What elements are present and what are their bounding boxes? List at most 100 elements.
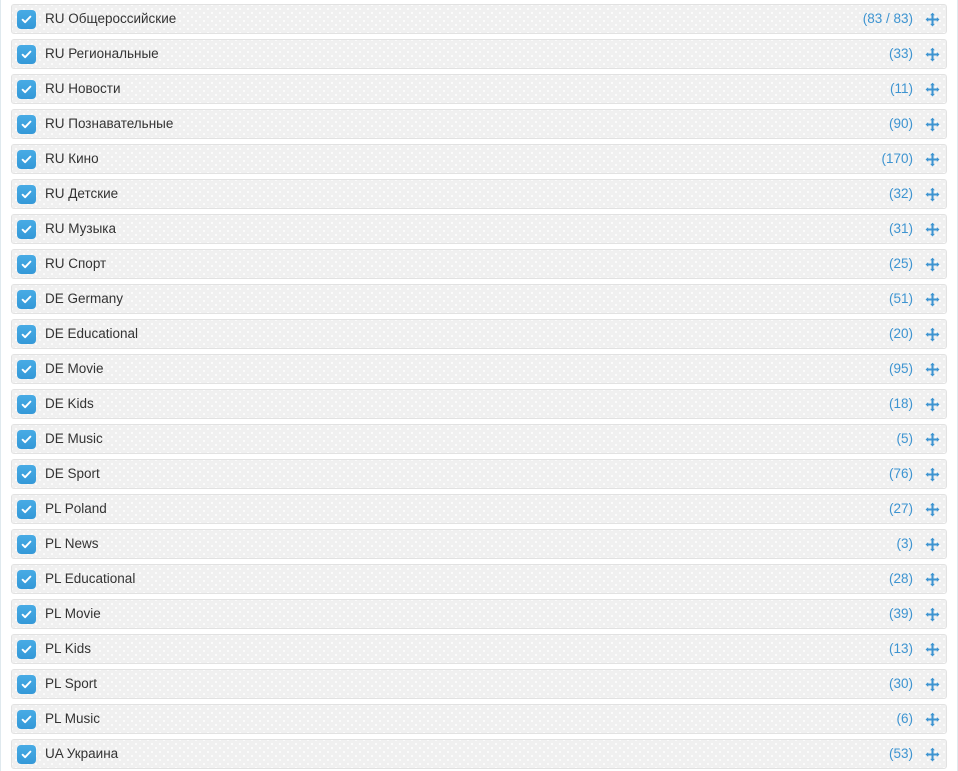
move-arrows-icon[interactable] — [924, 291, 940, 307]
group-checkbox[interactable] — [17, 44, 36, 64]
group-label: DE Sport — [45, 466, 100, 481]
group-row[interactable]: DE Kids (18) — [11, 389, 947, 419]
move-arrows-icon[interactable] — [924, 571, 940, 587]
group-checkbox[interactable] — [17, 744, 36, 764]
move-arrows-icon[interactable] — [924, 711, 940, 727]
move-arrows-icon[interactable] — [924, 746, 940, 762]
move-arrows-icon[interactable] — [924, 81, 940, 97]
move-arrows-icon[interactable] — [924, 116, 940, 132]
group-checkbox[interactable] — [17, 324, 36, 344]
group-label: RU Познавательные — [45, 116, 174, 131]
group-channel-count: (76) — [888, 466, 913, 481]
group-channel-count: (5) — [896, 431, 914, 446]
move-arrows-icon[interactable] — [924, 256, 940, 272]
group-row[interactable]: PL Sport (30) — [11, 669, 947, 699]
group-channel-count: (53) — [888, 746, 913, 761]
group-label: PL Sport — [45, 676, 98, 691]
group-channel-count: (33) — [888, 46, 913, 61]
group-row[interactable]: PL News (3) — [11, 529, 947, 559]
move-arrows-icon[interactable] — [924, 221, 940, 237]
group-label: PL Educational — [45, 571, 136, 586]
group-channel-count: (28) — [888, 571, 913, 586]
group-row[interactable]: DE Music (5) — [11, 424, 947, 454]
group-checkbox[interactable] — [17, 114, 36, 134]
group-channel-count: (18) — [888, 396, 913, 411]
group-checkbox[interactable] — [17, 534, 36, 554]
group-checkbox[interactable] — [17, 429, 36, 449]
group-label: DE Germany — [45, 291, 124, 306]
group-checkbox[interactable] — [17, 604, 36, 624]
group-label: DE Movie — [45, 361, 104, 376]
group-checkbox[interactable] — [17, 709, 36, 729]
group-row[interactable]: DE Educational (20) — [11, 319, 947, 349]
group-label: RU Спорт — [45, 256, 107, 271]
move-arrows-icon[interactable] — [924, 536, 940, 552]
group-label: PL Music — [45, 711, 101, 726]
group-checkbox[interactable] — [17, 394, 36, 414]
group-label: PL Kids — [45, 641, 92, 656]
group-row[interactable]: RU Познавательные (90) — [11, 109, 947, 139]
move-arrows-icon[interactable] — [924, 396, 940, 412]
group-channel-count: (83 / 83) — [862, 11, 913, 26]
group-channel-count: (51) — [888, 291, 913, 306]
group-row[interactable]: DE Sport (76) — [11, 459, 947, 489]
group-label: RU Детские — [45, 186, 119, 201]
move-arrows-icon[interactable] — [924, 431, 940, 447]
group-channel-count: (3) — [896, 536, 914, 551]
move-arrows-icon[interactable] — [924, 11, 940, 27]
move-arrows-icon[interactable] — [924, 151, 940, 167]
group-checkbox[interactable] — [17, 359, 36, 379]
move-arrows-icon[interactable] — [924, 326, 940, 342]
move-arrows-icon[interactable] — [924, 641, 940, 657]
group-row[interactable]: PL Educational (28) — [11, 564, 947, 594]
group-checkbox[interactable] — [17, 79, 36, 99]
group-checkbox[interactable] — [17, 499, 36, 519]
group-checkbox[interactable] — [17, 289, 36, 309]
group-label: DE Kids — [45, 396, 94, 411]
group-checkbox[interactable] — [17, 219, 36, 239]
group-label: DE Music — [45, 431, 103, 446]
group-row[interactable]: UA Украина (53) — [11, 739, 947, 769]
group-label: PL News — [45, 536, 99, 551]
move-arrows-icon[interactable] — [924, 501, 940, 517]
group-row[interactable]: RU Музыка (31) — [11, 214, 947, 244]
group-row[interactable]: PL Movie (39) — [11, 599, 947, 629]
group-row[interactable]: DE Movie (95) — [11, 354, 947, 384]
move-arrows-icon[interactable] — [924, 361, 940, 377]
move-arrows-icon[interactable] — [924, 186, 940, 202]
group-channel-count: (90) — [888, 116, 913, 131]
move-arrows-icon[interactable] — [924, 46, 940, 62]
group-label: PL Movie — [45, 606, 101, 621]
group-checkbox[interactable] — [17, 674, 36, 694]
group-channel-count: (13) — [888, 641, 913, 656]
move-arrows-icon[interactable] — [924, 606, 940, 622]
group-row[interactable]: RU Спорт (25) — [11, 249, 947, 279]
group-row[interactable]: RU Общероссийские (83 / 83) — [11, 4, 947, 34]
group-checkbox[interactable] — [17, 569, 36, 589]
group-label: RU Новости — [45, 81, 121, 96]
group-channel-count: (170) — [881, 151, 913, 166]
group-row[interactable]: PL Poland (27) — [11, 494, 947, 524]
group-row[interactable]: RU Детские (32) — [11, 179, 947, 209]
move-arrows-icon[interactable] — [924, 466, 940, 482]
group-channel-count: (25) — [888, 256, 913, 271]
group-row[interactable]: PL Music (6) — [11, 704, 947, 734]
group-channel-count: (30) — [888, 676, 913, 691]
group-row[interactable]: DE Germany (51) — [11, 284, 947, 314]
move-arrows-icon[interactable] — [924, 676, 940, 692]
group-checkbox[interactable] — [17, 149, 36, 169]
channel-group-list[interactable]: RU Общероссийские (83 / 83) RU Региональ… — [0, 0, 958, 771]
group-checkbox[interactable] — [17, 639, 36, 659]
group-checkbox[interactable] — [17, 9, 36, 29]
group-channel-count: (95) — [888, 361, 913, 376]
group-checkbox[interactable] — [17, 184, 36, 204]
group-checkbox[interactable] — [17, 464, 36, 484]
group-label: RU Музыка — [45, 221, 117, 236]
group-label: RU Региональные — [45, 46, 159, 61]
group-checkbox[interactable] — [17, 254, 36, 274]
group-row[interactable]: RU Региональные (33) — [11, 39, 947, 69]
group-row[interactable]: RU Новости (11) — [11, 74, 947, 104]
group-channel-count: (20) — [888, 326, 913, 341]
group-row[interactable]: RU Кино (170) — [11, 144, 947, 174]
group-row[interactable]: PL Kids (13) — [11, 634, 947, 664]
